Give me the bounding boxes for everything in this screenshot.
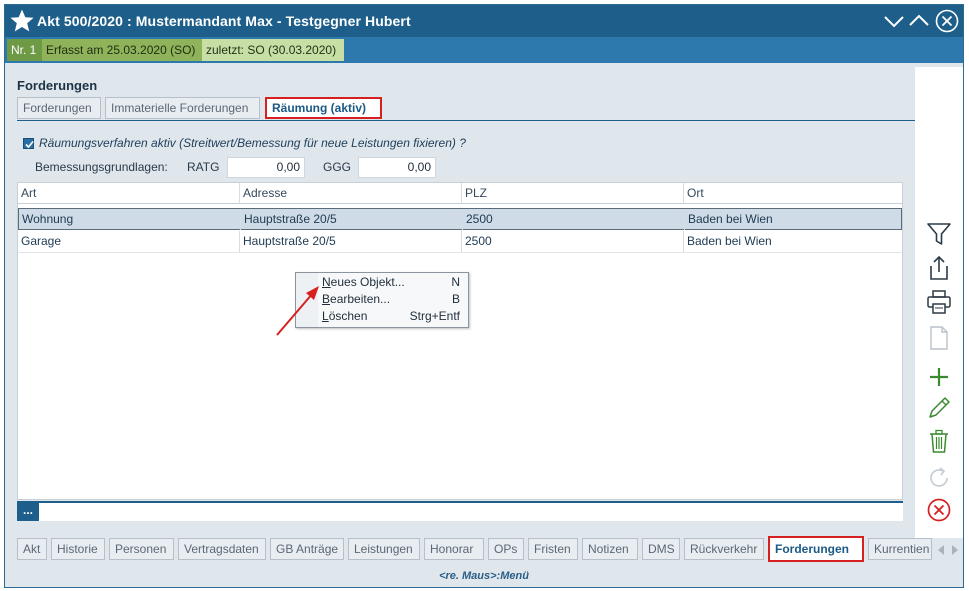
column-header-art[interactable]: Art xyxy=(18,183,240,204)
main-tab-bar: Akt Historie Personen Vertragsdaten GB A… xyxy=(5,536,963,562)
chevron-right-icon[interactable] xyxy=(951,545,959,555)
tab-leistungen[interactable]: Leistungen xyxy=(348,538,420,560)
tab-raeumung[interactable]: Räumung (aktiv) xyxy=(265,97,382,119)
delete-icon[interactable] xyxy=(926,428,952,454)
created-info-badge: Erfasst am 25.03.2020 (SO) xyxy=(42,39,202,61)
table-row[interactable]: Wohnung Hauptstraße 20/5 2500 Baden bei … xyxy=(18,208,902,230)
case-number-badge: Nr. 1 xyxy=(7,39,42,61)
section-title: Forderungen xyxy=(17,78,98,93)
objects-table: Art Adresse PLZ Ort Wohnung Hauptstraße … xyxy=(17,182,903,500)
status-hint: <re. Maus>:Menü xyxy=(439,570,529,582)
chevron-left-icon[interactable] xyxy=(937,545,945,555)
add-icon[interactable] xyxy=(926,364,952,390)
column-header-adresse[interactable]: Adresse xyxy=(240,183,462,204)
menu-item-shortcut: N xyxy=(451,275,460,289)
chevron-up-icon[interactable] xyxy=(908,10,930,32)
menu-item-label: Neues Objekt... xyxy=(322,275,405,289)
cell-plz: 2500 xyxy=(463,209,685,230)
checkmark-icon xyxy=(25,140,34,149)
menu-item-label: Löschen xyxy=(322,309,368,323)
ggg-label: GGG xyxy=(323,160,352,174)
tab-gb-antraege[interactable]: GB Anträge xyxy=(270,538,344,560)
tab-rueckverkehr[interactable]: Rückverkehr xyxy=(684,538,764,560)
filter-icon[interactable] xyxy=(926,221,952,247)
cell-plz: 2500 xyxy=(462,231,684,252)
cell-art: Garage xyxy=(18,231,240,252)
tab-kurrentien[interactable]: Kurrentien xyxy=(868,538,932,560)
tab-historie[interactable]: Historie xyxy=(51,538,105,560)
column-header-plz[interactable]: PLZ xyxy=(462,183,684,204)
document-icon[interactable] xyxy=(926,325,952,351)
column-header-ort[interactable]: Ort xyxy=(684,183,902,204)
table-footer: ... xyxy=(17,501,903,521)
annotation-arrow-icon xyxy=(276,286,319,336)
raeumung-active-label: Räumungsverfahren aktiv (Streitwert/Beme… xyxy=(39,136,466,150)
tab-honorar[interactable]: Honorar xyxy=(424,538,484,560)
tab-vertragsdaten[interactable]: Vertragsdaten xyxy=(178,538,266,560)
tab-forderungen[interactable]: Forderungen xyxy=(17,97,101,119)
more-button[interactable]: ... xyxy=(17,503,39,521)
raeumung-active-checkbox[interactable] xyxy=(23,138,34,149)
cell-ort: Baden bei Wien xyxy=(687,234,772,248)
cell-art: Wohnung xyxy=(19,209,241,230)
menu-item-shortcut: Strg+Entf xyxy=(409,309,460,323)
tab-personen[interactable]: Personen xyxy=(109,538,174,560)
bemessung-label: Bemessungsgrundlagen: xyxy=(35,160,168,174)
info-bar: Nr. 1 Erfasst am 25.03.2020 (SO) zuletzt… xyxy=(5,37,963,63)
main-window: Akt 500/2020 : Mustermandant Max - Testg… xyxy=(4,4,964,588)
ratg-label: RATG xyxy=(187,160,220,174)
tab-divider xyxy=(17,120,915,121)
action-sidebar xyxy=(915,67,963,538)
menu-item-shortcut: B xyxy=(451,292,460,306)
star-icon[interactable] xyxy=(9,8,35,34)
menu-item-label: Bearbeiten... xyxy=(322,292,391,306)
cell-adresse: Hauptstraße 20/5 xyxy=(241,209,463,230)
tab-fristen[interactable]: Fristen xyxy=(528,538,578,560)
close-icon[interactable] xyxy=(935,9,959,33)
refresh-icon[interactable] xyxy=(926,465,952,491)
tab-notizen[interactable]: Notizen xyxy=(582,538,638,560)
ratg-input[interactable]: 0,00 xyxy=(227,157,305,178)
cell-adresse: Hauptstraße 20/5 xyxy=(240,231,462,252)
chevron-down-icon[interactable] xyxy=(883,10,905,32)
window-title: Akt 500/2020 : Mustermandant Max - Testg… xyxy=(37,13,411,29)
print-icon[interactable] xyxy=(926,289,952,315)
cell-ort: Baden bei Wien xyxy=(688,212,773,226)
edit-icon[interactable] xyxy=(926,395,952,421)
table-header: Art Adresse PLZ Ort xyxy=(18,183,902,204)
cancel-icon[interactable] xyxy=(926,497,952,523)
tab-forderungen-main[interactable]: Forderungen xyxy=(768,536,864,562)
export-icon[interactable] xyxy=(926,255,952,281)
title-bar: Akt 500/2020 : Mustermandant Max - Testg… xyxy=(5,5,963,37)
tab-immaterielle-forderungen[interactable]: Immaterielle Forderungen xyxy=(105,97,260,119)
ggg-input[interactable]: 0,00 xyxy=(358,157,436,178)
tab-ops[interactable]: OPs xyxy=(488,538,524,560)
tab-akt[interactable]: Akt xyxy=(17,538,47,560)
table-row[interactable]: Garage Hauptstraße 20/5 2500 Baden bei W… xyxy=(18,231,902,253)
last-modified-badge: zuletzt: SO (30.03.2020) xyxy=(202,39,344,61)
tab-dms[interactable]: DMS xyxy=(642,538,680,560)
